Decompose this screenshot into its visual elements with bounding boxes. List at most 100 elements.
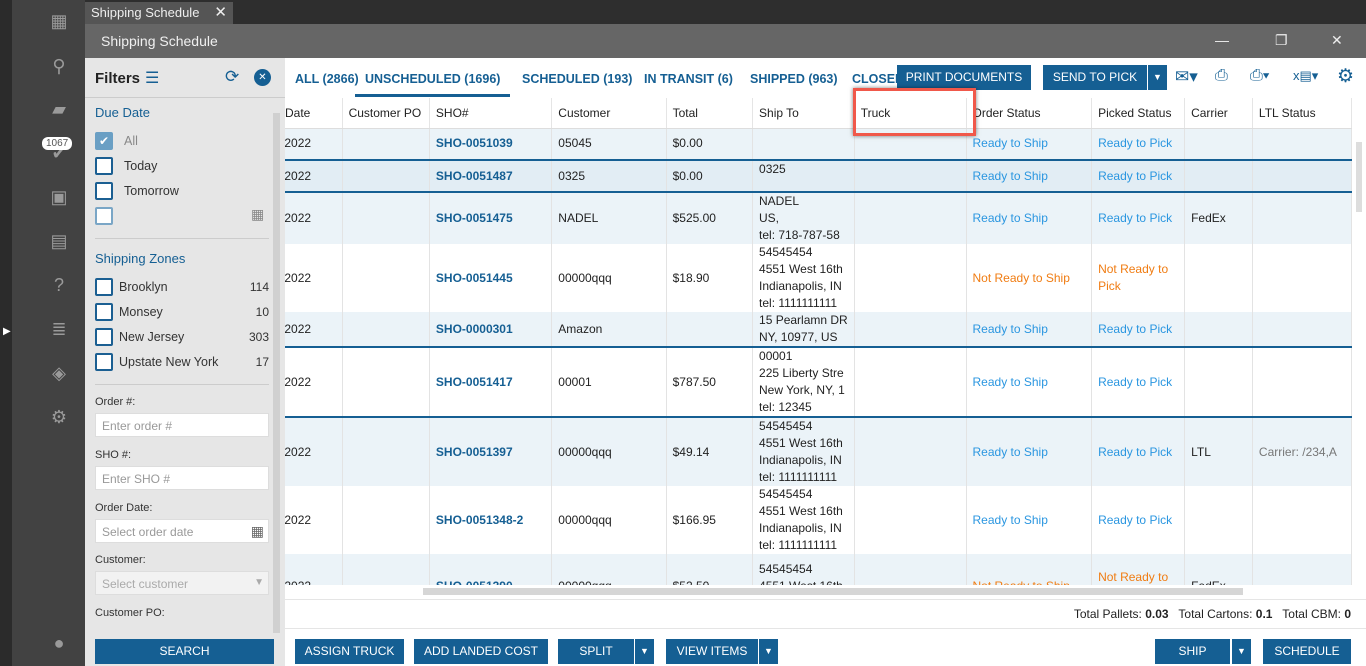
ship-button[interactable]: SHIP	[1155, 639, 1230, 664]
store-icon[interactable]: ▤	[48, 230, 70, 252]
table-row[interactable]: 03/29/2022 SHO-0051039 05045 $0.00 Ready to …	[285, 128, 1352, 160]
sho-link[interactable]: SHO-0051487	[436, 169, 513, 183]
tab-unscheduled[interactable]: UNSCHEDULED (1696)	[355, 72, 511, 97]
minimize-icon[interactable]: —	[1215, 32, 1229, 48]
cell-carrier	[1184, 486, 1253, 554]
due-custom-checkbox[interactable]	[95, 207, 113, 225]
tab-scheduled[interactable]: SCHEDULED (193)	[522, 72, 632, 86]
customer-select[interactable]: Select customer ▼	[95, 571, 269, 595]
cell-ltl	[1252, 312, 1352, 347]
cell-empty	[342, 159, 430, 192]
zone-checkbox[interactable]	[95, 278, 113, 296]
tab-in-transit[interactable]: IN TRANSIT (6)	[644, 72, 733, 86]
cell-empty	[854, 244, 967, 312]
add-landed-cost-button[interactable]: ADD LANDED COST	[414, 639, 548, 664]
order-number-input[interactable]: Enter order #	[95, 413, 269, 437]
printer-icon[interactable]: ⎙▾	[1250, 67, 1270, 85]
zone-checkbox[interactable]	[95, 328, 113, 346]
dashboard-icon[interactable]: ▦	[48, 10, 70, 32]
tab-shipped[interactable]: SHIPPED (963)	[750, 72, 838, 86]
divider	[95, 384, 269, 385]
email-icon[interactable]: ✉▾	[1175, 67, 1198, 87]
gear-icon[interactable]: ⚙	[48, 406, 70, 428]
table-row[interactable]: 03/19/2022 SHO-0051348-2 00000qqq $166.95 54…	[285, 486, 1352, 554]
vertical-scrollbar[interactable]	[1352, 128, 1366, 583]
column-header[interactable]: LTL Status	[1252, 98, 1352, 129]
contact-icon[interactable]: ▣	[48, 186, 70, 208]
cell-text: 03/29/2022	[285, 136, 312, 151]
assign-truck-button[interactable]: ASSIGN TRUCK	[295, 639, 404, 664]
column-header[interactable]: Order Status	[966, 98, 1093, 129]
column-header[interactable]: Total	[666, 98, 754, 129]
schedule-button[interactable]: SCHEDULE	[1263, 639, 1351, 664]
split-dropdown[interactable]: ▼	[634, 639, 654, 664]
sho-link[interactable]: SHO-0051475	[436, 211, 513, 225]
column-header[interactable]: Customer	[551, 98, 667, 129]
due-tomorrow-checkbox[interactable]	[95, 182, 113, 200]
clear-filters-icon[interactable]: ✕	[254, 69, 271, 86]
cell-customer: 00000qqq	[551, 244, 667, 312]
tab-all[interactable]: ALL (2866)	[295, 72, 359, 86]
print-documents-button[interactable]: PRINT DOCUMENTS	[897, 65, 1031, 90]
zone-checkbox[interactable]	[95, 353, 113, 371]
excel-export-icon[interactable]: x▤▾	[1293, 68, 1318, 84]
scroll-thumb[interactable]	[423, 588, 1243, 595]
sho-number-input[interactable]: Enter SHO #	[95, 466, 269, 490]
filters-scrollbar[interactable]	[273, 113, 280, 633]
sho-link[interactable]: SHO-0051348-2	[436, 513, 523, 527]
document-tab[interactable]: Shipping Schedule ✕	[85, 2, 233, 24]
due-today-checkbox[interactable]	[95, 157, 113, 175]
table-row[interactable]: 03/25/2022 SHO-0000301 Amazon 15 Pearlamn D…	[285, 312, 1352, 347]
due-all-checkbox[interactable]: ✔	[95, 132, 113, 150]
search-button[interactable]: SEARCH	[95, 639, 274, 664]
table-row[interactable]: 03/21/2022 SHO-005139000000qqq$52.5054545…	[285, 554, 1352, 585]
scroll-thumb[interactable]	[1356, 142, 1362, 212]
view-items-button[interactable]: VIEW ITEMS	[666, 639, 758, 664]
cell-text: 54545454 4551 West 16th Indianapolis, IN…	[759, 487, 843, 552]
split-button[interactable]: SPLIT	[558, 639, 634, 664]
restore-icon[interactable]: ❐	[1275, 32, 1288, 49]
close-window-icon[interactable]: ✕	[1331, 32, 1343, 49]
table-row[interactable]: 03/27/2022 SHO-0051475 NADEL $525.00 NADEL U…	[285, 191, 1352, 244]
cell-ps: Ready to Pick	[1091, 128, 1186, 160]
user-icon[interactable]: ●	[48, 632, 70, 654]
cell-sho: SHO-0051417	[429, 346, 553, 417]
table-row[interactable]: 03/25/2022 SHO-0051445 00000qqq $18.90 54545…	[285, 244, 1352, 312]
print-setup-icon[interactable]: ⎙	[1215, 67, 1228, 85]
search-icon[interactable]: ⚲	[48, 55, 70, 77]
sho-link[interactable]: SHO-0051417	[436, 375, 513, 389]
order-date-input[interactable]: Select order date ▦	[95, 519, 269, 543]
column-header[interactable]: SHO#	[429, 98, 553, 129]
send-to-pick-button[interactable]: SEND TO PICK	[1043, 65, 1147, 90]
sho-link[interactable]: SHO-0051445	[436, 271, 513, 285]
table-row[interactable]: 03/22/2022 SHO-0051417 00001 $787.50 00001 2…	[285, 346, 1352, 417]
sho-link[interactable]: SHO-0000301	[436, 322, 513, 336]
close-tab-icon[interactable]: ✕	[214, 3, 227, 21]
sho-number-label: SHO #:	[95, 449, 132, 461]
column-header[interactable]: Picked Status	[1091, 98, 1186, 129]
send-to-pick-dropdown[interactable]: ▼	[1147, 65, 1167, 90]
calendar-icon[interactable]: ▦	[251, 523, 264, 540]
cell-text: Amazon	[558, 321, 603, 336]
tag-icon[interactable]: ◈	[48, 362, 70, 384]
clipboard-icon[interactable]: ≣	[48, 318, 70, 340]
folder-icon[interactable]: ▰	[48, 98, 70, 120]
column-header[interactable]: Customer PO	[342, 98, 430, 129]
zone-checkbox[interactable]	[95, 303, 113, 321]
column-header[interactable]: Carrier	[1184, 98, 1253, 129]
horizontal-scrollbar[interactable]	[285, 585, 1366, 599]
column-header[interactable]: Ship To	[752, 98, 855, 129]
refresh-icon[interactable]: ⟳	[225, 67, 239, 87]
help-clipboard-icon[interactable]: ?	[48, 274, 70, 296]
sho-link[interactable]: SHO-0051039	[436, 136, 513, 150]
gear-icon[interactable]: ⚙	[1337, 65, 1354, 88]
expand-arrow-icon[interactable]: ▶	[3, 326, 11, 337]
view-items-dropdown[interactable]: ▼	[758, 639, 778, 664]
cell-text: Ready to Pick	[1098, 374, 1173, 389]
table-row[interactable]: 03/29/2022 SHO-0051487 0325 $0.00 0325 Ready …	[285, 159, 1352, 192]
sho-link[interactable]: SHO-0051397	[436, 445, 513, 459]
table-row[interactable]: 03/22/2022 SHO-0051397 00000qqq $49.14 54545…	[285, 416, 1352, 486]
ship-dropdown[interactable]: ▼	[1231, 639, 1251, 664]
column-header[interactable]: Order Date	[285, 98, 343, 129]
calendar-icon[interactable]: ▦	[251, 206, 264, 223]
